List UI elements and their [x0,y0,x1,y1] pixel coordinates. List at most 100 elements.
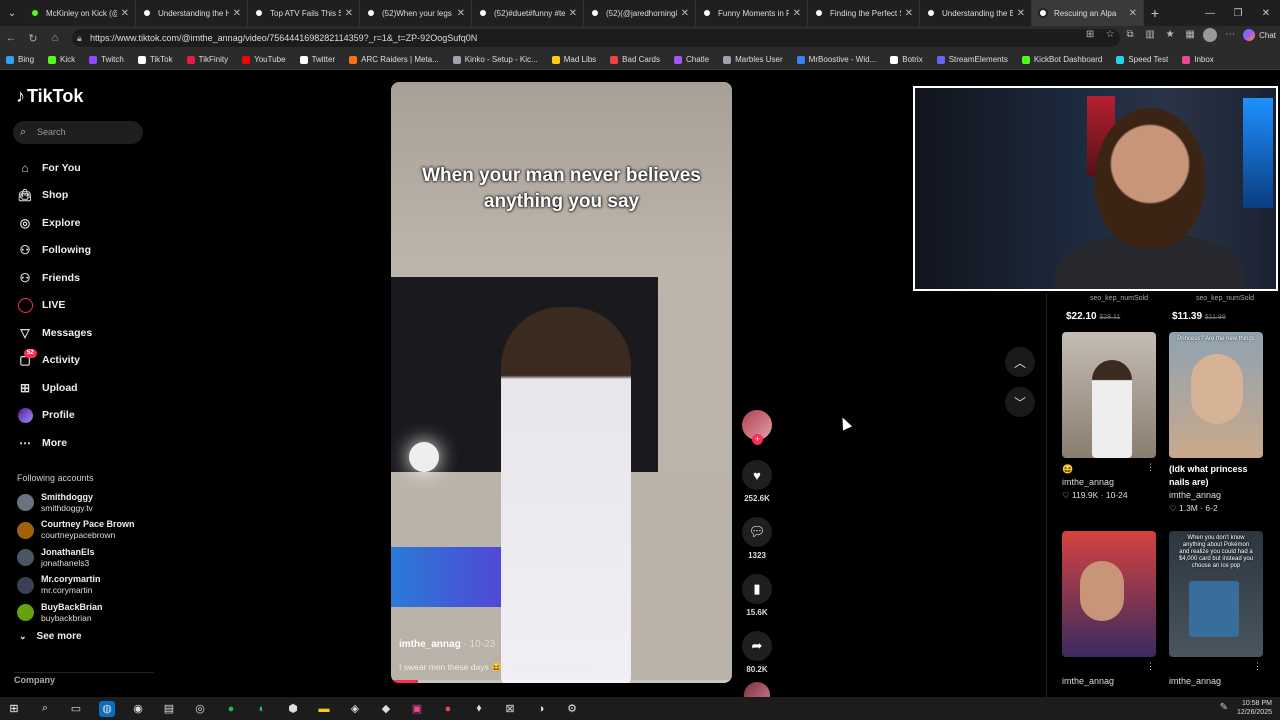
bookmark-item[interactable]: Twitch [89,55,124,64]
bookmark-item[interactable]: Kick [48,55,75,64]
start-icon[interactable]: ⊞ [6,701,22,717]
search-input[interactable]: ⌕ Search [13,121,143,144]
app-icon[interactable]: ⬢ [285,701,301,717]
minimize-icon[interactable]: — [1196,0,1224,26]
video-thumbnail[interactable] [1062,332,1156,458]
bookmark-item[interactable]: Bing [6,55,34,64]
video-card-author[interactable]: imthe_annag [1062,476,1162,489]
app-icon[interactable]: ◐ [254,701,270,717]
sidebar-item-activity[interactable]: ▢ 52 Activity [0,347,160,375]
search-icon[interactable]: ⌕ [37,701,53,717]
edge-icon[interactable]: ◍ [99,700,115,717]
bookmark-item[interactable]: Speed Test [1116,55,1168,64]
next-video-button[interactable]: ﹀ [1005,387,1035,417]
tab-close-icon[interactable]: ✕ [121,8,129,19]
comment-icon[interactable]: 💬︎ [742,517,772,547]
bookmark-item[interactable]: StreamElements [936,55,1008,64]
sidebar-item-messages[interactable]: ▽ Messages [0,319,160,347]
browser-tab[interactable]: (52)(@jaredhorning87 ✕ [584,0,696,26]
app-icon[interactable]: ● [440,701,456,717]
tab-close-icon[interactable]: ✕ [345,8,353,19]
home-icon[interactable]: ⌂ [44,26,66,50]
video-progress-bar[interactable] [391,680,732,683]
sidebar-item-more[interactable]: ⋯ More [0,429,160,457]
browser-tab[interactable]: McKinley on Kick (@m ✕ [24,0,136,26]
close-window-icon[interactable]: ✕ [1252,0,1280,26]
favorites-icon[interactable]: ★ [1163,28,1177,42]
task-view-icon[interactable]: ▭ [68,701,84,717]
following-account[interactable]: Courtney Pace Brown courtneypacebrown [17,517,157,545]
following-account[interactable]: BuyBackBrian buybackbrian [17,599,157,627]
more-icon[interactable]: ⋯ [1223,28,1237,42]
browser-tab[interactable]: (52)#duet#funny #tere ✕ [472,0,584,26]
more-options-icon[interactable]: ⋮ [1253,661,1262,672]
video-author[interactable]: imthe_annag · 10-23 [399,639,495,650]
collections-icon[interactable]: ▦ [1183,28,1197,42]
browser-tab[interactable]: Understanding the Hu ✕ [136,0,248,26]
star-icon[interactable]: ☆ [1103,28,1117,42]
video-thumbnail[interactable] [1062,531,1156,657]
sidebar-item-following[interactable]: ⚇ Following [0,237,160,265]
split-screen-icon[interactable]: ▥ [1143,28,1157,42]
tiktok-logo[interactable]: ♪ TikTok [16,86,83,107]
url-field[interactable]: 🔒︎ https://www.tiktok.com/@imthe_annag/v… [72,29,1120,47]
folder-icon[interactable]: ▬ [316,701,332,717]
see-more-button[interactable]: ⌄ See more [19,631,82,642]
browser-tab[interactable]: Understanding the Bik ✕ [920,0,1032,26]
bookmark-icon[interactable]: ▮ [742,574,772,604]
bookmark-item[interactable]: MrBoostive - Wid... [796,55,876,64]
sidebar-item-upload[interactable]: ⊞ Upload [0,374,160,402]
app-icon[interactable]: ▣ [409,701,425,717]
sidebar-item-explore[interactable]: ◎ Explore [0,209,160,237]
video-card-author[interactable]: imthe_annag [1169,489,1269,502]
restore-icon[interactable]: ❐ [1224,0,1252,26]
video-card-author[interactable]: imthe_annag [1062,675,1162,688]
bookmark-item[interactable]: YouTube [242,55,286,64]
prev-video-button[interactable]: ︿ [1005,347,1035,377]
tab-close-icon[interactable]: ✕ [793,8,801,19]
tab-close-icon[interactable]: ✕ [233,8,241,19]
bookmark-item[interactable]: Inbox [1182,55,1214,64]
following-account[interactable]: Smithdoggy smithdoggy.tv [17,489,157,517]
bookmark-item[interactable]: Marbles User [723,55,783,64]
bookmark-item[interactable]: Chatle [673,55,709,64]
more-options-icon[interactable]: ⋮ [1146,661,1155,672]
browser-tab[interactable]: (52)When your legs do ✕ [360,0,472,26]
tab-close-icon[interactable]: ✕ [1129,8,1137,19]
bookmark-item[interactable]: Mad Libs [551,55,596,64]
app-icon[interactable]: ◆ [378,701,394,717]
browser-tab[interactable]: Top ATV Fails This Sea ✕ [248,0,360,26]
tab-list-button[interactable]: ⌄ [0,0,24,26]
video-player[interactable]: When your man never believes anything yo… [391,82,732,683]
sound-disc-icon[interactable] [744,682,770,697]
browser-tab[interactable]: Finding the Perfect Sp ✕ [808,0,920,26]
pen-icon[interactable]: ✎ [1220,702,1228,713]
bookmark-item[interactable]: KickBot Dashboard [1021,55,1102,64]
video-thumbnail[interactable]: When you don't know anything about Pokém… [1169,531,1263,657]
app-icon[interactable]: ◈ [347,701,363,717]
browser-tab[interactable]: Funny Moments in Rel ✕ [696,0,808,26]
bookmark-item[interactable]: TikFinity [186,55,228,64]
new-tab-button[interactable]: + [1144,5,1166,21]
tab-close-icon[interactable]: ✕ [1017,8,1025,19]
extensions-icon[interactable]: ⧉ [1123,28,1137,42]
bookmark-item[interactable]: Bad Cards [610,55,660,64]
sidebar-item-friends[interactable]: ⚇ Friends [0,264,160,292]
sidebar-item-live[interactable]: LIVE [0,292,160,320]
tab-close-icon[interactable]: ✕ [681,8,689,19]
settings-icon[interactable]: ⚙ [564,701,580,717]
app-icon[interactable]: ◑ [533,701,549,717]
company-link[interactable]: Company [14,672,154,685]
bookmark-item[interactable]: TikTok [137,55,173,64]
bookmark-item[interactable]: Twitter [299,55,335,64]
heart-icon[interactable]: ♥ [742,460,772,490]
more-options-icon[interactable]: ⋮ [1146,462,1155,473]
chat-button[interactable]: Chat [1243,29,1276,41]
app-icon[interactable]: ⊞ [1083,28,1097,42]
product-price[interactable]: $11.39 $11.99 [1172,311,1226,322]
bookmark-item[interactable]: Botrix [890,55,923,64]
following-account[interactable]: JonathanEls jonathanels3 [17,544,157,572]
following-account[interactable]: Mr.corymartin mr.corymartin [17,572,157,600]
sidebar-item-for-you[interactable]: ⌂ For You [0,154,160,182]
profile-avatar[interactable] [1203,28,1218,42]
